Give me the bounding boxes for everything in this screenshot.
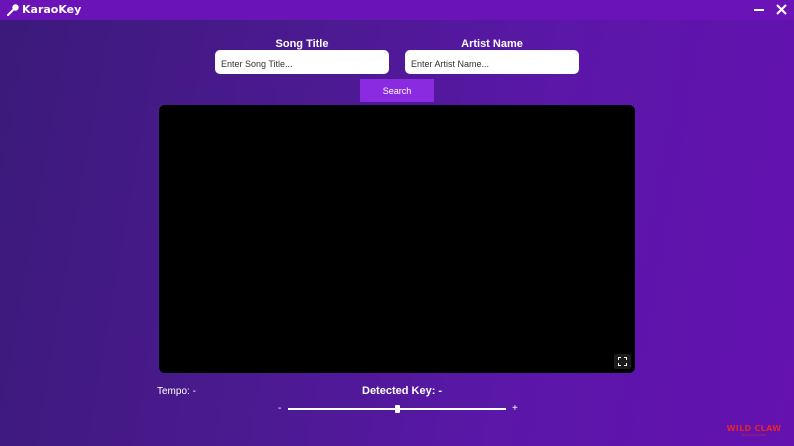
artist-name-input[interactable] bbox=[405, 50, 579, 74]
fullscreen-icon bbox=[618, 357, 627, 366]
song-title-label: Song Title bbox=[275, 38, 329, 50]
pitch-slider-thumb[interactable] bbox=[394, 405, 400, 413]
close-icon[interactable] bbox=[775, 3, 788, 16]
song-title-input[interactable] bbox=[215, 50, 389, 74]
pitch-plus-label: + bbox=[512, 403, 518, 414]
pitch-minus-label: - bbox=[278, 403, 282, 414]
logo-main-text: WILD CLAW bbox=[726, 424, 782, 433]
tempo-label: Tempo: - bbox=[157, 386, 196, 397]
microphone-icon bbox=[7, 4, 19, 16]
title-bar: KaraoKey bbox=[0, 0, 794, 20]
app-title: KaraoKey bbox=[22, 3, 82, 16]
search-button[interactable]: Search bbox=[360, 79, 434, 102]
detected-key-label: Detected Key: - bbox=[362, 385, 443, 397]
minimize-icon[interactable] bbox=[754, 9, 764, 11]
logo-sub-text: INNOVATIONS bbox=[741, 433, 767, 437]
video-player[interactable] bbox=[159, 105, 635, 373]
artist-name-label: Artist Name bbox=[461, 38, 523, 50]
wild-claw-logo: WILD CLAW INNOVATIONS bbox=[726, 424, 782, 437]
fullscreen-button[interactable] bbox=[614, 354, 631, 369]
